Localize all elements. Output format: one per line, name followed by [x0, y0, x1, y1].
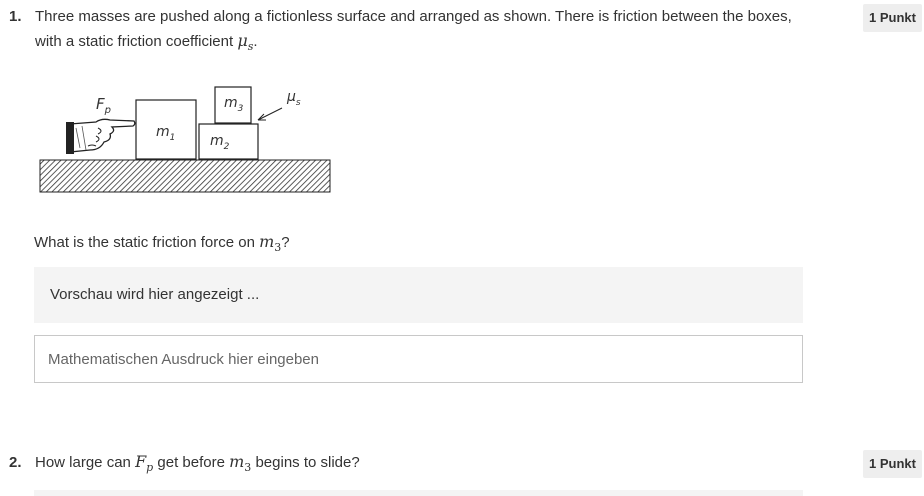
answer-preview: Vorschau wird hier angezeigt ... — [34, 267, 803, 323]
ground-surface — [39, 159, 331, 193]
mass-1-label: m1 — [156, 124, 176, 143]
fp-symbol: Fp — [135, 452, 154, 475]
subquestion-text: What is the static friction force on m3? — [34, 232, 290, 255]
question-2-preview-box — [34, 490, 803, 496]
mu-arrow — [257, 107, 283, 121]
mass-3-label: m3 — [224, 95, 244, 114]
question-2-text: How large can Fp get before m3 begins to… — [35, 452, 360, 475]
points-badge-2: 1 Punkt — [863, 450, 922, 478]
mu-label: μs — [287, 89, 301, 108]
m3-symbol: m3 — [259, 232, 282, 255]
question-2-number: 2. — [9, 454, 22, 471]
m3-symbol-q2: m3 — [229, 452, 252, 475]
force-label: Fp — [96, 95, 111, 116]
math-expression-input[interactable] — [34, 335, 803, 383]
pushing-hand-icon — [66, 118, 136, 154]
mass-2-label: m2 — [210, 133, 230, 152]
